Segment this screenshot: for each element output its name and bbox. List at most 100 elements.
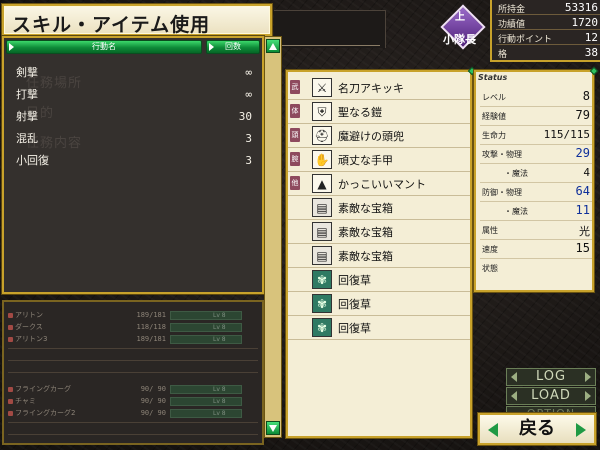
status-value: 11	[575, 203, 590, 217]
skill-row[interactable]: 混乱 3	[16, 128, 258, 150]
item-category-tag: 武	[290, 80, 300, 94]
item-scrollbar[interactable]	[264, 36, 282, 438]
load-button[interactable]: LOAD	[506, 387, 596, 405]
page-title: スキル・アイテム使用	[12, 14, 211, 36]
status-label: ・魔法	[504, 169, 528, 178]
item-row[interactable]: ✾ 回復草	[288, 292, 470, 316]
item-category-tag: 体	[290, 104, 300, 118]
title-plaque: スキル・アイテム使用	[2, 4, 272, 36]
skill-count: 3	[245, 154, 252, 167]
skill-list-header: 行動名 回数	[6, 40, 260, 55]
scroll-up-button[interactable]	[266, 39, 280, 53]
arrow-left-icon	[511, 372, 517, 382]
item-row[interactable]: 他 ▲ かっこいいマント	[288, 172, 470, 196]
item-row[interactable]: 頭 ⛑ 魔避けの頭兜	[288, 124, 470, 148]
skill-count: 30	[238, 110, 252, 123]
skill-count: ∞	[245, 66, 252, 79]
status-row: 状態	[480, 259, 592, 278]
herb-icon: ✾	[312, 294, 332, 313]
resource-info-box: 所持金 53316 功績値 1720 行動ポイント 12 格 38	[490, 0, 600, 62]
item-name: 聖なる鎧	[338, 106, 382, 119]
arrow-up-icon	[269, 43, 277, 50]
status-row: 攻撃・物理 29	[480, 145, 592, 164]
rank-title: 小隊長	[443, 33, 476, 46]
status-panel: Status レベル 8 経験値 79 生命力 115/115 攻撃・物理 29…	[474, 66, 599, 292]
status-label: 攻撃・物理	[482, 150, 522, 159]
divider	[8, 372, 258, 373]
log-button[interactable]: LOG	[506, 368, 596, 386]
item-list-panel: 武 ⚔ 名刀アキッキ 体 ⛨ 聖なる鎧 頭 ⛑ 魔避けの頭兜 腕 ✋ 頑丈な手甲…	[286, 66, 477, 438]
item-row[interactable]: ✾ 回復草	[288, 268, 470, 292]
item-row[interactable]: ▤ 素敵な宝箱	[288, 244, 470, 268]
status-row: 速度 15	[480, 240, 592, 259]
back-button[interactable]: 戻る	[478, 413, 596, 445]
party-member-level: Lv 8	[213, 312, 226, 319]
skill-row[interactable]: 打撃 ∞	[16, 84, 258, 106]
status-value: 64	[575, 184, 590, 198]
status-value: 79	[575, 108, 590, 122]
status-label: ・魔法	[504, 207, 528, 216]
party-member-row[interactable]: アリトン 189/181 Lv 8	[8, 310, 258, 321]
info-label: 功績値	[498, 20, 526, 30]
party-member-row[interactable]: チャミ 90/ 90 Lv 8	[8, 396, 258, 407]
info-row: 所持金 53316	[496, 1, 600, 15]
status-value: 光	[579, 225, 590, 238]
herb-icon: ✾	[312, 318, 332, 337]
item-row[interactable]: 体 ⛨ 聖なる鎧	[288, 100, 470, 124]
party-member-hp: 90/ 90	[140, 385, 166, 393]
unit-icon	[8, 387, 13, 392]
item-category-tag: 頭	[290, 128, 300, 142]
header-action-name[interactable]: 行動名	[6, 40, 202, 54]
item-name: 魔避けの頭兜	[338, 130, 404, 143]
party-member-row[interactable]: ダークス 118/118 Lv 8	[8, 322, 258, 333]
item-row[interactable]: 腕 ✋ 頑丈な手甲	[288, 148, 470, 172]
status-value: 15	[575, 241, 590, 255]
item-row[interactable]: ▤ 素敵な宝箱	[288, 220, 470, 244]
item-row[interactable]: ✾ 回復草	[288, 316, 470, 340]
party-member-row[interactable]: フライングカーグ2 90/ 90 Lv 8	[8, 408, 258, 419]
divider	[8, 348, 258, 349]
log-button-label: LOG	[535, 369, 567, 384]
status-row: 生命力 115/115	[480, 126, 592, 145]
party-member-level: Lv 8	[213, 398, 226, 405]
item-name: 素敵な宝箱	[338, 250, 393, 263]
sword-icon: ⚔	[312, 78, 332, 97]
skill-row[interactable]: 小回復 3	[16, 150, 258, 172]
status-label: 防御・物理	[482, 188, 522, 197]
party-member-level: Lv 8	[213, 386, 226, 393]
status-heading: Status	[478, 73, 508, 82]
status-row: 経験値 79	[480, 107, 592, 126]
item-name: 回復草	[338, 298, 371, 311]
status-label: 経験値	[482, 112, 506, 121]
item-row[interactable]: ▤ 素敵な宝箱	[288, 196, 470, 220]
cloak-icon: ▲	[312, 174, 332, 193]
party-member-row[interactable]: アリトン3 189/181 Lv 8	[8, 334, 258, 345]
info-label: 行動ポイント	[498, 35, 553, 45]
scroll-down-button[interactable]	[266, 421, 280, 435]
arrow-left-icon	[511, 391, 517, 401]
info-row: 功績値 1720	[496, 16, 600, 30]
party-member-level-bar: Lv 8	[170, 335, 242, 344]
party-member-row[interactable]: フライングカーグ 90/ 90 Lv 8	[8, 384, 258, 395]
party-member-name: アリトン	[15, 311, 43, 319]
herb-icon: ✾	[312, 270, 332, 289]
party-member-level: Lv 8	[213, 410, 226, 417]
header-count[interactable]: 回数	[206, 40, 260, 54]
status-label: レベル	[482, 93, 506, 102]
gauntlet-icon: ✋	[312, 150, 332, 169]
party-member-hp: 118/118	[136, 323, 166, 331]
item-row[interactable]: 武 ⚔ 名刀アキッキ	[288, 76, 470, 100]
skill-row[interactable]: 剣撃 ∞	[16, 62, 258, 84]
item-category-tag: 他	[290, 176, 300, 190]
unit-icon	[8, 399, 13, 404]
divider	[8, 422, 258, 423]
party-member-level-bar: Lv 8	[170, 385, 242, 394]
treasure-chest-icon: ▤	[312, 198, 332, 217]
status-row: 属性 光	[480, 221, 592, 240]
skill-row[interactable]: 射撃 30	[16, 106, 258, 128]
party-member-hp: 189/181	[136, 311, 166, 319]
info-row: 行動ポイント 12	[496, 31, 600, 45]
info-label: 所持金	[498, 5, 526, 15]
info-value: 1720	[571, 16, 599, 29]
item-name: 頑丈な手甲	[338, 154, 393, 167]
